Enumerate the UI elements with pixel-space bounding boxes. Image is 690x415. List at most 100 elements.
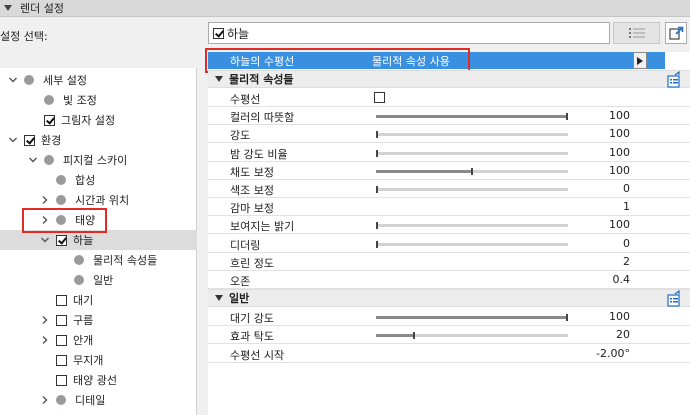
slider-handle[interactable] [566, 113, 568, 121]
property-slider[interactable] [376, 314, 568, 322]
property-value[interactable]: 1 [623, 200, 630, 213]
property-slider[interactable] [376, 186, 568, 193]
property-slider[interactable] [376, 149, 568, 157]
property-slider[interactable] [376, 167, 568, 175]
property-value[interactable]: 2 [623, 255, 630, 268]
tree-item-checkbox[interactable] [56, 354, 67, 366]
chevron-down-icon[interactable] [28, 155, 38, 165]
property-row[interactable]: 효과 탁도 20 [208, 326, 690, 345]
tree-item-checkbox[interactable] [56, 374, 67, 386]
sky-horizon-row[interactable]: 하늘의 수평선 물리적 속성 사용 [205, 48, 690, 73]
tree-item[interactable]: 합성 [0, 170, 197, 190]
chevron-right-icon[interactable] [40, 395, 50, 405]
tree-item[interactable]: 효과 [0, 410, 197, 415]
slider-handle[interactable] [566, 314, 568, 322]
section-options-icon[interactable] [666, 290, 682, 308]
chevron-down-icon[interactable] [8, 135, 18, 145]
section-options-icon[interactable] [666, 71, 682, 89]
tree-item[interactable]: 대기 [0, 290, 197, 310]
tree-item[interactable]: 빛 조정 [0, 90, 197, 110]
property-value[interactable]: 0 [623, 237, 630, 250]
property-row[interactable]: 밤 강도 비율 100 [208, 144, 690, 162]
property-row[interactable]: 흐린 정도 2 [208, 253, 690, 271]
slider-handle[interactable] [376, 240, 378, 248]
property-row[interactable]: 수평선 [208, 89, 690, 107]
collapse-arrow-icon[interactable] [215, 75, 223, 83]
property-value[interactable]: 100 [609, 127, 630, 140]
property-value[interactable]: 100 [609, 310, 630, 323]
chevron-right-icon[interactable] [40, 335, 50, 345]
tree-item[interactable]: 무지개 [0, 350, 197, 370]
tree-item[interactable]: 안개 [0, 330, 197, 350]
chevron-right-icon[interactable] [40, 195, 50, 205]
property-row[interactable]: 강도 100 [208, 125, 690, 144]
slider-handle[interactable] [413, 332, 415, 340]
tree-item-checkbox[interactable] [56, 294, 67, 306]
settings-tree[interactable]: 세부 설정 빛 조정 그림자 설정 환경 피지컬 스카이 합성 시간과 위치 태양 하늘 물리적 … [0, 68, 197, 415]
property-value[interactable]: 100 [609, 146, 630, 159]
property-value[interactable]: 100 [609, 218, 630, 231]
property-slider[interactable] [376, 332, 568, 340]
property-checkbox[interactable] [374, 92, 385, 103]
tree-item[interactable]: 시간과 위치 [0, 190, 197, 210]
tree-item[interactable]: 피지컬 스카이 [0, 150, 197, 170]
status-dot-icon [44, 155, 54, 165]
property-slider[interactable] [376, 113, 568, 121]
property-row[interactable]: 컬러의 따뜻함 100 [208, 107, 690, 126]
status-dot-icon [56, 395, 66, 405]
tree-item[interactable]: 태양 광선 [0, 370, 197, 390]
tree-item-checkbox[interactable] [56, 334, 67, 346]
tree-item-label: 구름 [73, 314, 94, 327]
property-row[interactable]: 보여지는 밝기 100 [208, 216, 690, 235]
tree-item[interactable]: 물리적 속성들 [0, 250, 197, 270]
slider-handle[interactable] [376, 186, 378, 193]
property-row[interactable]: 채도 보정 100 [208, 162, 690, 180]
tree-item-checkbox[interactable] [24, 134, 35, 146]
tree-item[interactable]: 구름 [0, 310, 197, 330]
tree-item[interactable]: 환경 [0, 130, 197, 150]
titlebar[interactable]: 렌더 설정 [0, 0, 690, 17]
property-value[interactable]: 0 [623, 182, 630, 195]
collapse-arrow-icon[interactable] [215, 294, 223, 302]
property-row[interactable]: 색조 보정 0 [208, 180, 690, 198]
sky-horizon-dropdown-button[interactable] [633, 52, 647, 69]
property-slider[interactable] [376, 240, 568, 248]
property-row[interactable]: 수평선 시작 -2.00° [208, 345, 690, 363]
slider-handle[interactable] [471, 167, 473, 175]
sky-header-field[interactable]: 하늘 [208, 22, 610, 44]
sky-enable-checkbox[interactable] [213, 27, 224, 39]
property-row[interactable]: 디더링 0 [208, 235, 690, 253]
tree-item[interactable]: 일반 [0, 270, 197, 290]
list-view-button[interactable] [613, 22, 660, 44]
tree-item[interactable]: 그림자 설정 [0, 110, 197, 130]
section-header[interactable]: 일반 [208, 289, 690, 308]
chevron-right-icon[interactable] [40, 315, 50, 325]
section-header[interactable]: 물리적 속성들 [208, 70, 690, 88]
export-button[interactable] [665, 22, 687, 44]
property-value[interactable]: 0.4 [613, 273, 631, 286]
property-label: 수평선 시작 [230, 348, 285, 362]
tree-item-checkbox[interactable] [56, 314, 67, 326]
tree-item-checkbox[interactable] [56, 234, 67, 246]
property-row[interactable]: 오존 0.4 [208, 271, 690, 289]
property-slider[interactable] [376, 222, 568, 230]
property-row[interactable]: 감마 보정 1 [208, 198, 690, 217]
property-slider[interactable] [376, 131, 568, 139]
property-value[interactable]: 100 [609, 109, 630, 122]
tree-item-checkbox[interactable] [44, 114, 55, 126]
tree-item[interactable]: 세부 설정 [0, 70, 197, 90]
property-value[interactable]: 20 [616, 328, 630, 341]
slider-handle[interactable] [376, 149, 378, 157]
status-dot-icon [56, 195, 66, 205]
chevron-down-icon[interactable] [40, 235, 50, 245]
chevron-down-icon[interactable] [8, 75, 18, 85]
property-value[interactable]: -2.00° [596, 347, 630, 360]
tree-item[interactable]: 하늘 [0, 230, 197, 250]
property-value[interactable]: 100 [609, 164, 630, 177]
property-list[interactable]: 하늘의 수평선 물리적 속성 사용 물리적 속성들 수평선 컬러의 따뜻함 100 강도… [205, 48, 690, 415]
collapse-arrow-icon[interactable] [4, 4, 12, 12]
slider-handle[interactable] [376, 222, 378, 230]
slider-handle[interactable] [376, 131, 378, 139]
property-row[interactable]: 대기 강도 100 [208, 308, 690, 327]
tree-item[interactable]: 디테일 [0, 390, 197, 410]
